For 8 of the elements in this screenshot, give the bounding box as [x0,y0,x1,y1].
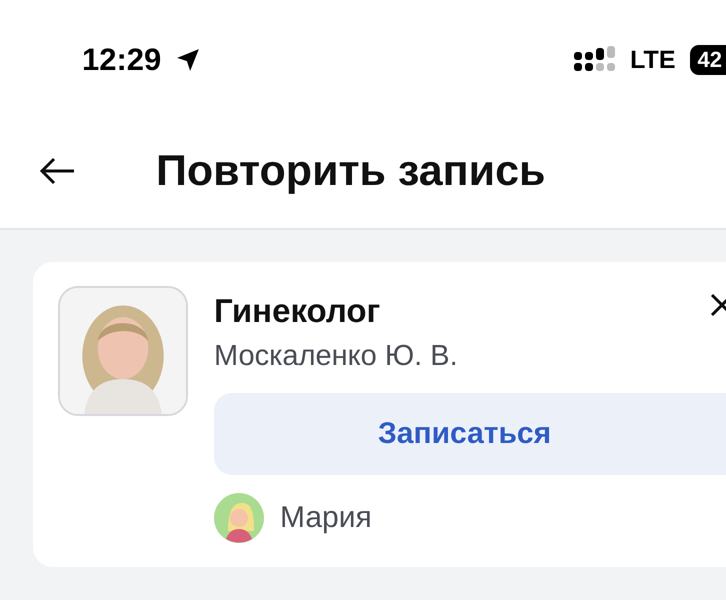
specialty-title: Гинеколог [214,292,380,330]
clock-time: 12:29 [82,42,162,78]
battery-level: 42 [690,45,726,75]
page-title: Повторить запись [156,146,546,196]
network-label: LTE [630,46,676,74]
doctor-name: Москаленко Ю. В. [214,340,459,373]
book-button[interactable]: Записаться [214,393,726,475]
patient-name: Мария [280,501,372,535]
